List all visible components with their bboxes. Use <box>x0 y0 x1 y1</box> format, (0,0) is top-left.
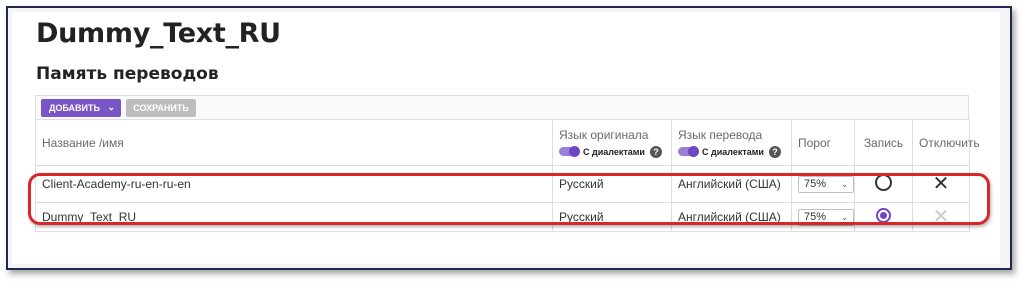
chevron-down-icon: ⌄ <box>107 102 115 112</box>
translation-memory-table: Название /имя Язык оригинала С диалектам… <box>35 119 980 232</box>
header-threshold: Порог <box>791 119 855 166</box>
table-row[interactable]: Client-Academy-ru-en-ru-en Русский Англи… <box>35 165 970 203</box>
section-title: Память переводов <box>36 64 219 84</box>
header-source-lang: Язык оригинала С диалектами ? <box>552 119 672 166</box>
table-header-row: Название /имя Язык оригинала С диалектам… <box>35 119 980 166</box>
row-source-lang: Русский <box>552 202 672 232</box>
close-icon: ✕ <box>932 206 950 228</box>
row-source-lang: Русский <box>552 165 672 203</box>
header-source-lang-label: Язык оригинала <box>559 127 649 142</box>
header-target-lang-label: Язык перевода <box>678 127 763 142</box>
add-button[interactable]: ДОБАВИТЬ ⌄ <box>41 99 121 117</box>
write-radio-selected[interactable] <box>876 208 891 223</box>
target-dialects-label: С диалектами <box>702 146 764 157</box>
row-threshold-cell: 75% ⌄ <box>791 202 855 232</box>
threshold-value: 75% <box>804 178 827 190</box>
row-name: Client-Academy-ru-en-ru-en <box>35 165 553 203</box>
help-icon[interactable]: ? <box>649 145 662 158</box>
chevron-down-icon: ⌄ <box>841 212 848 222</box>
save-button[interactable]: СОХРАНИТЬ <box>126 99 196 117</box>
row-name: Dummy_Text_RU <box>35 202 553 232</box>
threshold-select[interactable]: 75% ⌄ <box>798 208 854 226</box>
row-target-lang: Английский (США) <box>671 202 792 232</box>
threshold-select[interactable]: 75% ⌄ <box>798 175 854 193</box>
row-write-cell <box>854 165 913 203</box>
row-disable-cell: ✕ <box>912 202 970 232</box>
source-dialects-toggle[interactable] <box>559 146 580 157</box>
table-row[interactable]: Dummy_Text_RU Русский Английский (США) 7… <box>35 202 970 232</box>
target-dialects-toggle[interactable] <box>678 146 699 157</box>
help-icon[interactable]: ? <box>768 145 781 158</box>
header-name: Название /имя <box>35 119 553 166</box>
row-target-lang: Английский (США) <box>671 165 792 203</box>
add-button-label: ДОБАВИТЬ <box>49 103 100 113</box>
write-radio[interactable] <box>875 174 892 191</box>
row-write-cell <box>854 202 913 232</box>
row-threshold-cell: 75% ⌄ <box>791 165 855 203</box>
close-icon[interactable]: ✕ <box>933 173 950 195</box>
chevron-down-icon: ⌄ <box>841 179 848 189</box>
threshold-value: 75% <box>804 211 827 223</box>
row-disable-cell: ✕ <box>912 165 970 203</box>
page-title: Dummy_Text_RU <box>36 18 281 49</box>
header-write: Запись <box>854 119 913 166</box>
header-target-lang: Язык перевода С диалектами ? <box>671 119 792 166</box>
toolbar: ДОБАВИТЬ ⌄ СОХРАНИТЬ <box>35 95 969 119</box>
header-disable: Отключить <box>912 119 980 166</box>
source-dialects-label: С диалектами <box>583 146 645 157</box>
